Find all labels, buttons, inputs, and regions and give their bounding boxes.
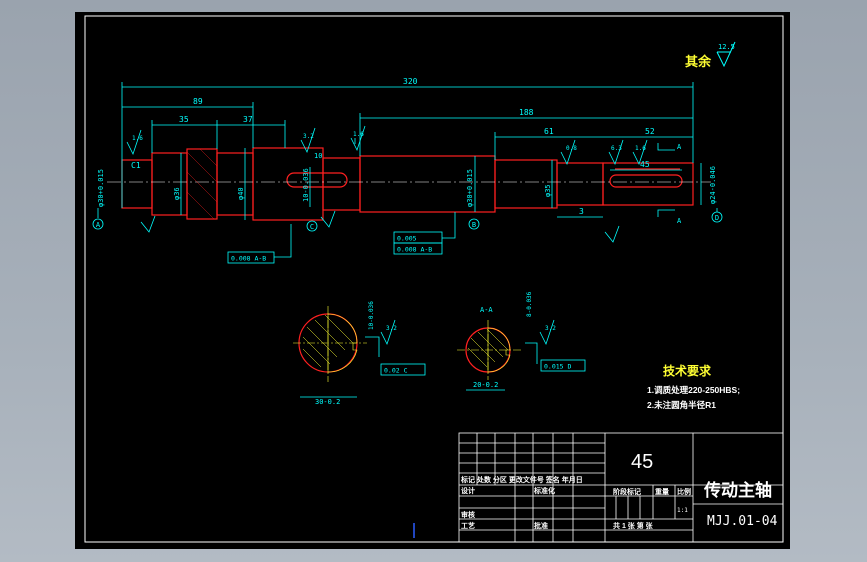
section-arrow-a-bot: A	[677, 217, 682, 225]
surface-finish-label: 其余	[685, 54, 712, 69]
section-view-c	[293, 306, 426, 398]
title-drawing-no: MJJ.01-04	[707, 514, 778, 529]
svg-text:0.008 A-B: 0.008 A-B	[397, 246, 432, 254]
sec-aa-depth: 20-0.2	[473, 381, 498, 389]
chamfer-label: C1	[131, 161, 141, 170]
datum-b: B	[472, 221, 476, 229]
dia-left: φ30+0.015	[97, 169, 105, 207]
title-row-labels: 标记 处数 分区 更改文件号 签名 年月日	[460, 475, 583, 484]
dim-45: 45	[640, 160, 650, 169]
sec-aa-key: 8-0.036	[526, 291, 533, 317]
shaft-profile	[121, 147, 694, 221]
surface-finish-value: 12.5	[718, 43, 735, 51]
title-scale-value: 1:1	[677, 507, 688, 514]
title-design: 设计	[461, 486, 475, 495]
dia-right: φ24-0.046	[709, 166, 717, 204]
dim-overall: 320	[403, 77, 418, 86]
rough-5: 6.3	[611, 145, 622, 152]
dim-37: 37	[243, 115, 253, 124]
cad-viewport[interactable]: 其余 12.5 320 89 35 37 188 61 52 45 3 10 C…	[75, 12, 790, 549]
datum-a: A	[96, 221, 101, 229]
dia-40: φ40	[237, 187, 245, 200]
title-stage-mark: 阶段标记	[613, 487, 641, 496]
tol-sym-c: 0.02 C	[384, 367, 408, 375]
title-approve: 批准	[534, 521, 548, 530]
dim-10: 10	[314, 152, 322, 160]
key-width-left: 10-0.036	[302, 168, 310, 202]
dia-36: φ36	[173, 187, 181, 200]
svg-text:0.005: 0.005	[397, 235, 417, 243]
tech-req-item2: 2.未注圆角半径R1	[647, 400, 716, 410]
tech-req-item1: 1.调质处理220-250HBS;	[647, 385, 740, 395]
rough-1: 1.6	[132, 135, 143, 142]
dia-35: φ35	[544, 184, 552, 197]
dim-3: 3	[579, 207, 584, 216]
datum-c: C	[310, 223, 314, 231]
rough-4: 0.8	[566, 145, 577, 152]
title-sheets: 共 1 张 第 张	[613, 521, 654, 530]
tol-runout: 0.008 A-B	[227, 224, 292, 264]
title-process: 工艺	[461, 521, 475, 530]
dim-52: 52	[645, 127, 655, 136]
title-standardize: 标准化	[533, 486, 555, 495]
section-aa-label: A-A	[480, 306, 493, 314]
roughness-symbols	[126, 125, 648, 243]
title-material: 45	[631, 451, 653, 473]
sec-c-key: 10-0.036	[368, 301, 375, 330]
rough-6: 1.6	[635, 145, 646, 152]
rough-2: 3.2	[303, 133, 314, 140]
dim-188: 188	[519, 108, 534, 117]
dim-89: 89	[193, 97, 203, 106]
section-view-aa	[457, 320, 586, 391]
datum-d: D	[715, 214, 719, 222]
dim-35: 35	[179, 115, 189, 124]
drawing-frame	[84, 15, 784, 543]
title-review: 审核	[461, 510, 475, 519]
rough-3: 1.6	[353, 131, 364, 138]
shaft-hatch	[186, 148, 218, 220]
dia-mid: φ30+0.015	[466, 169, 474, 207]
title-part-name: 传动主轴	[703, 480, 772, 500]
title-weight: 重量	[655, 487, 669, 496]
tol-cylindricity: 0.005 0.008 A-B	[393, 212, 456, 255]
section-arrow-a-top: A	[677, 143, 682, 151]
title-scale: 比例	[677, 487, 691, 496]
sec-c-depth: 30-0.2	[315, 398, 340, 406]
drawing-canvas: 其余 12.5 320 89 35 37 188 61 52 45 3 10 C…	[84, 15, 784, 543]
dim-61: 61	[544, 127, 554, 136]
tol-sym-d: 0.015 D	[544, 363, 571, 371]
tech-req-title: 技术要求	[663, 363, 712, 378]
svg-text:0.008 A-B: 0.008 A-B	[231, 255, 266, 263]
